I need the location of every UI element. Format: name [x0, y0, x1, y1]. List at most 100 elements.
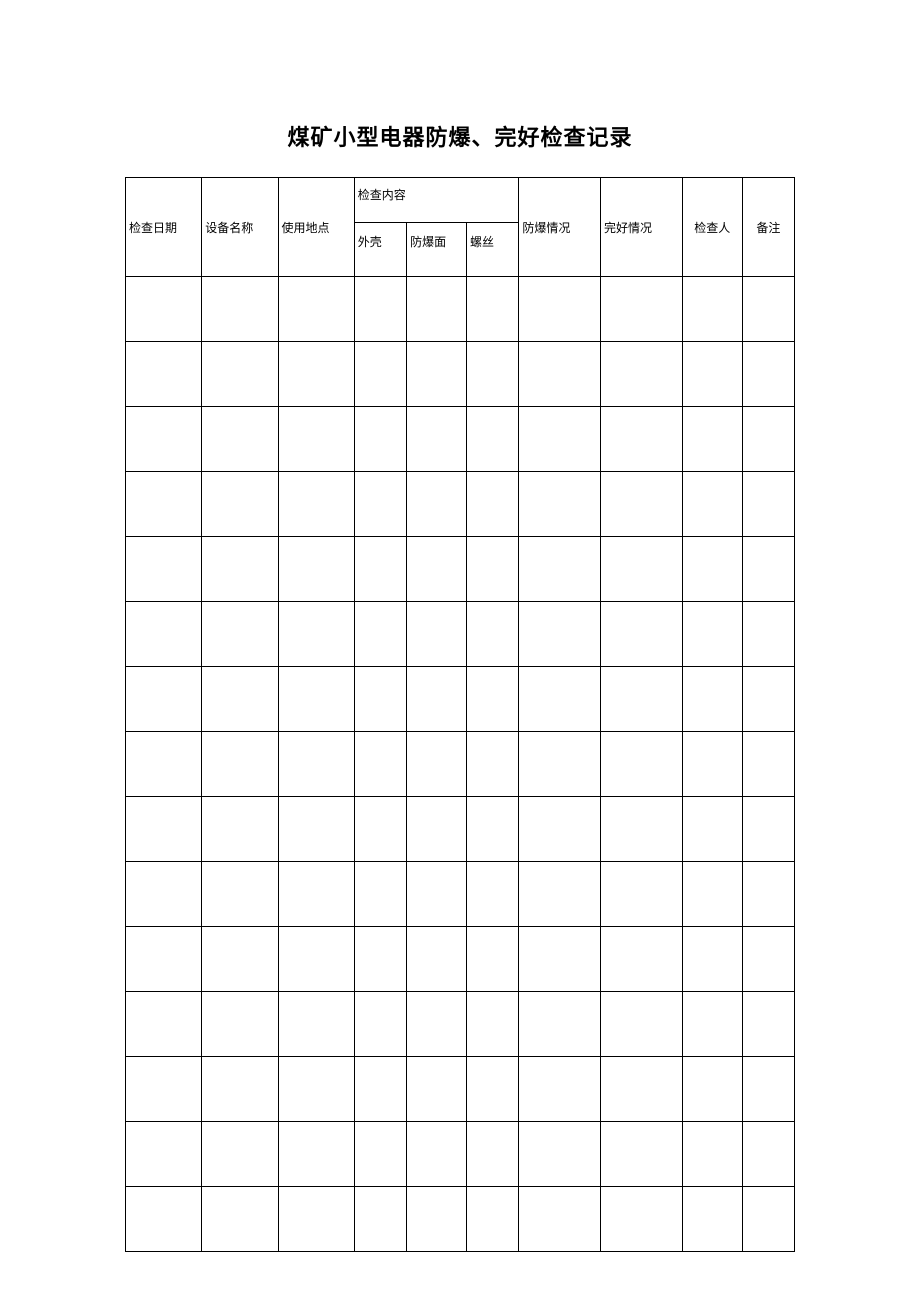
header-inspector: 检查人: [682, 178, 742, 277]
cell-explosion_status: [519, 992, 601, 1057]
cell-date: [126, 927, 202, 992]
cell-remark: [742, 1057, 794, 1122]
cell-date: [126, 992, 202, 1057]
cell-date: [126, 342, 202, 407]
cell-shell: [354, 862, 406, 927]
cell-good_status: [601, 602, 683, 667]
cell-explosion_status: [519, 1122, 601, 1187]
cell-equipment_name: [202, 927, 278, 992]
cell-good_status: [601, 1122, 683, 1187]
table-row: [126, 342, 795, 407]
cell-date: [126, 667, 202, 732]
cell-screw: [467, 277, 519, 342]
cell-equipment_name: [202, 1187, 278, 1252]
cell-location: [278, 407, 354, 472]
cell-date: [126, 862, 202, 927]
cell-good_status: [601, 732, 683, 797]
table-row: [126, 277, 795, 342]
cell-shell: [354, 1187, 406, 1252]
table-header: 检查日期 设备名称 使用地点 检查内容 防爆情况 完好情况 检查人 备注 外壳 …: [126, 178, 795, 277]
cell-inspector: [682, 342, 742, 407]
cell-good_status: [601, 537, 683, 602]
cell-inspector: [682, 667, 742, 732]
cell-location: [278, 862, 354, 927]
cell-date: [126, 602, 202, 667]
cell-location: [278, 537, 354, 602]
header-explosion-face: 防爆面: [407, 223, 467, 277]
cell-shell: [354, 732, 406, 797]
cell-remark: [742, 277, 794, 342]
cell-location: [278, 472, 354, 537]
cell-equipment_name: [202, 862, 278, 927]
cell-equipment_name: [202, 407, 278, 472]
cell-remark: [742, 537, 794, 602]
cell-explosion_status: [519, 472, 601, 537]
cell-inspector: [682, 927, 742, 992]
cell-location: [278, 732, 354, 797]
cell-location: [278, 797, 354, 862]
table-row: [126, 537, 795, 602]
table-row: [126, 862, 795, 927]
header-shell: 外壳: [354, 223, 406, 277]
cell-explosion_status: [519, 602, 601, 667]
table-row: [126, 732, 795, 797]
cell-shell: [354, 667, 406, 732]
cell-location: [278, 277, 354, 342]
cell-equipment_name: [202, 797, 278, 862]
cell-good_status: [601, 862, 683, 927]
header-location: 使用地点: [278, 178, 354, 277]
cell-equipment_name: [202, 732, 278, 797]
cell-screw: [467, 1122, 519, 1187]
cell-location: [278, 602, 354, 667]
cell-equipment_name: [202, 1122, 278, 1187]
cell-screw: [467, 667, 519, 732]
table-row: [126, 407, 795, 472]
cell-explosion_face: [407, 602, 467, 667]
cell-inspector: [682, 862, 742, 927]
cell-screw: [467, 1057, 519, 1122]
cell-explosion_face: [407, 407, 467, 472]
cell-inspector: [682, 407, 742, 472]
cell-explosion_face: [407, 992, 467, 1057]
cell-location: [278, 1187, 354, 1252]
cell-explosion_status: [519, 732, 601, 797]
cell-inspector: [682, 797, 742, 862]
cell-location: [278, 667, 354, 732]
cell-explosion_status: [519, 342, 601, 407]
cell-equipment_name: [202, 277, 278, 342]
cell-location: [278, 927, 354, 992]
table-row: [126, 927, 795, 992]
table-row: [126, 1122, 795, 1187]
cell-remark: [742, 1122, 794, 1187]
cell-explosion_face: [407, 537, 467, 602]
cell-screw: [467, 797, 519, 862]
cell-date: [126, 1057, 202, 1122]
cell-inspector: [682, 1187, 742, 1252]
cell-screw: [467, 927, 519, 992]
cell-remark: [742, 667, 794, 732]
cell-inspector: [682, 1122, 742, 1187]
cell-shell: [354, 927, 406, 992]
header-good-status: 完好情况: [601, 178, 683, 277]
cell-equipment_name: [202, 472, 278, 537]
cell-date: [126, 1187, 202, 1252]
table-row: [126, 472, 795, 537]
cell-inspector: [682, 732, 742, 797]
cell-date: [126, 797, 202, 862]
cell-explosion_face: [407, 1122, 467, 1187]
cell-remark: [742, 407, 794, 472]
cell-explosion_status: [519, 407, 601, 472]
inspection-table-container: 检查日期 设备名称 使用地点 检查内容 防爆情况 完好情况 检查人 备注 外壳 …: [125, 177, 795, 1252]
cell-explosion_face: [407, 1057, 467, 1122]
header-screw: 螺丝: [467, 223, 519, 277]
table-row: [126, 1187, 795, 1252]
cell-shell: [354, 407, 406, 472]
cell-location: [278, 992, 354, 1057]
cell-shell: [354, 472, 406, 537]
inspection-table: 检查日期 设备名称 使用地点 检查内容 防爆情况 完好情况 检查人 备注 外壳 …: [125, 177, 795, 1252]
cell-equipment_name: [202, 992, 278, 1057]
cell-explosion_face: [407, 797, 467, 862]
cell-date: [126, 732, 202, 797]
cell-inspector: [682, 472, 742, 537]
cell-remark: [742, 1187, 794, 1252]
